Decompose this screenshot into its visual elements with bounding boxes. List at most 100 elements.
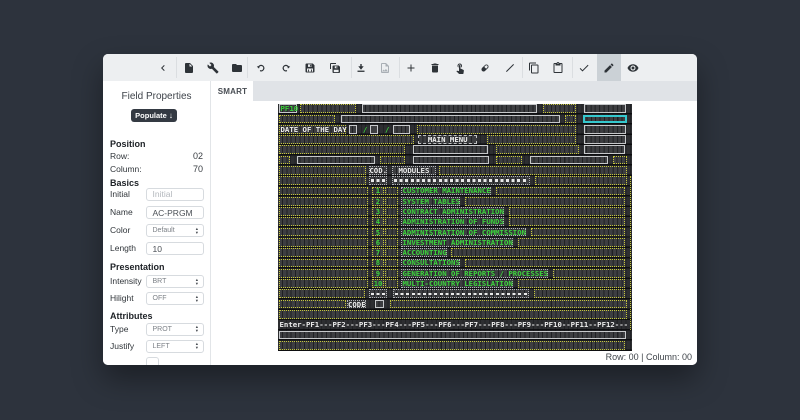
screen-field[interactable]	[509, 207, 625, 216]
screen-field[interactable]	[543, 104, 577, 113]
screen-field[interactable]	[279, 289, 366, 298]
screen-field[interactable]	[496, 145, 580, 154]
screen-field[interactable]	[279, 115, 336, 124]
screen-field[interactable]	[279, 135, 414, 144]
preview-button[interactable]	[620, 54, 646, 81]
screen-field[interactable]	[279, 269, 369, 278]
screen-field[interactable]	[509, 217, 625, 226]
delete-button[interactable]	[422, 54, 448, 81]
screen-field[interactable]	[279, 217, 369, 226]
screen-field[interactable]	[385, 269, 397, 278]
screen-field[interactable]: COD.	[369, 166, 387, 175]
screen-field[interactable]	[417, 125, 576, 134]
select-mode-button[interactable]	[447, 54, 473, 81]
back-button[interactable]	[150, 54, 176, 81]
screen-field[interactable]	[392, 176, 529, 185]
screen-field[interactable]	[385, 238, 397, 247]
screen-field[interactable]: MAIN MENU	[418, 135, 477, 144]
screen-field[interactable]	[279, 331, 626, 340]
screen-field[interactable]: MULTI-COUNTRY LEGISLATION	[401, 279, 513, 288]
draw-line-button[interactable]	[497, 54, 523, 81]
screen-field[interactable]	[584, 145, 625, 154]
screen-field[interactable]	[279, 207, 369, 216]
screen-field[interactable]	[279, 310, 627, 319]
screen-field[interactable]	[279, 248, 369, 257]
screen-field[interactable]	[393, 289, 528, 298]
screen-field[interactable]	[534, 289, 625, 298]
screen-field[interactable]: INVESTMENT ADMINISTRATION	[401, 238, 513, 247]
screen-field[interactable]	[279, 145, 405, 154]
name-input[interactable]: AC-PRGM	[146, 206, 205, 219]
screen-field[interactable]	[530, 156, 608, 165]
screen-field[interactable]	[279, 187, 369, 196]
screen-field[interactable]	[390, 300, 627, 309]
screen-field[interactable]	[439, 166, 627, 175]
screen-field[interactable]	[496, 187, 626, 196]
screen-field[interactable]	[279, 259, 369, 268]
screen-field[interactable]	[583, 115, 627, 124]
screen-field[interactable]	[279, 238, 369, 247]
erase-button[interactable]	[472, 54, 498, 81]
screen-field[interactable]	[385, 279, 397, 288]
screen-field[interactable]	[279, 166, 367, 175]
screen-field[interactable]	[279, 156, 291, 165]
screen-field[interactable]: 10	[372, 279, 385, 288]
screen-field[interactable]	[487, 135, 577, 144]
intensity-select[interactable]: BRT▴▾	[146, 275, 205, 288]
screen-field[interactable]	[385, 228, 397, 237]
screen-field[interactable]	[584, 125, 626, 134]
screen-field[interactable]	[385, 197, 397, 206]
screen-field[interactable]	[279, 228, 369, 237]
screen-field[interactable]	[413, 156, 490, 165]
type-select[interactable]: PROT▴▾	[146, 323, 205, 336]
screen-field[interactable]: CUSTOMER MAINTENANCE	[401, 187, 491, 196]
initial-input[interactable]: Initial	[146, 188, 205, 201]
validate-button[interactable]	[571, 54, 597, 81]
screen-field[interactable]	[465, 259, 626, 268]
screen-field[interactable]: 5	[372, 228, 385, 237]
screen-field[interactable]	[465, 197, 626, 206]
screen-field[interactable]	[385, 187, 397, 196]
screen-field[interactable]: 2	[372, 197, 385, 206]
redo-button[interactable]	[273, 54, 299, 81]
justify-select[interactable]: LEFT▴▾	[146, 340, 205, 353]
screen-field[interactable]	[393, 125, 410, 134]
tab-smart[interactable]: SMART	[212, 81, 253, 101]
screen-field[interactable]	[380, 156, 404, 165]
export-file-button[interactable]	[372, 54, 398, 81]
screen-field[interactable]	[349, 125, 357, 134]
screen-field[interactable]	[279, 341, 625, 350]
screen-field[interactable]: DATE OF THE DAY	[279, 125, 347, 134]
screen-field[interactable]: MODULES	[392, 166, 435, 175]
screen-field[interactable]	[369, 289, 387, 298]
screen-field[interactable]: 6	[372, 238, 385, 247]
screen-field[interactable]: CONTRACT ADMINISTRATION	[401, 207, 504, 216]
screen-field[interactable]: CONSULTATIONS	[401, 259, 460, 268]
screen-field[interactable]	[370, 125, 378, 134]
screen-field[interactable]: ACCOUNTING	[401, 248, 447, 257]
screen-field[interactable]	[385, 248, 397, 257]
new-file-button[interactable]	[176, 54, 202, 81]
length-input[interactable]: 10	[146, 242, 205, 255]
screen-field[interactable]	[362, 104, 536, 113]
copy-button[interactable]	[521, 54, 547, 81]
hilight-select[interactable]: OFF▴▾	[146, 292, 205, 305]
screen-field[interactable]: CODE	[347, 300, 366, 309]
screen-field[interactable]	[300, 104, 356, 113]
screen-field[interactable]	[553, 269, 625, 278]
undo-button[interactable]	[248, 54, 274, 81]
screen-field[interactable]	[565, 115, 576, 124]
color-select[interactable]: Default▴▾	[146, 224, 205, 237]
screen-field[interactable]	[297, 156, 375, 165]
terminal-screen[interactable]: PF10DATE OF THE DAY//MAIN MENUCOD.MODULE…	[278, 104, 632, 351]
screen-field[interactable]: PF10	[279, 104, 297, 113]
screen-field[interactable]	[613, 156, 626, 165]
screen-field[interactable]	[496, 156, 522, 165]
screen-field[interactable]: ADMINISTRATION OF FUNDS	[401, 217, 504, 226]
edit-mode-button[interactable]	[596, 54, 622, 81]
screen-field[interactable]: 1	[372, 187, 385, 196]
tools-button[interactable]	[200, 54, 226, 81]
screen-field[interactable]	[279, 176, 367, 185]
screen-field[interactable]	[451, 248, 625, 257]
screen-field[interactable]: 4	[372, 217, 385, 226]
